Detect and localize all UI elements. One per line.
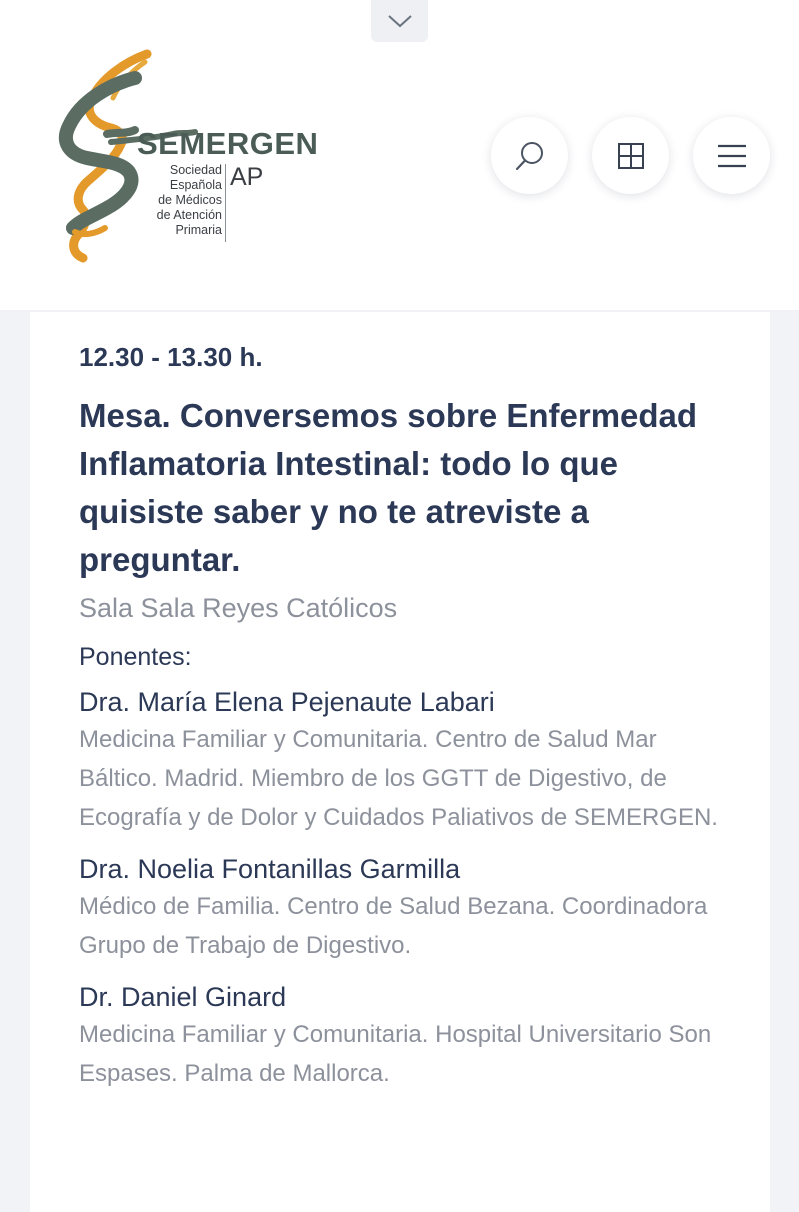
logo-subtitle-line: de Médicos bbox=[158, 193, 222, 207]
grid-button[interactable] bbox=[592, 117, 669, 194]
collapse-header-button[interactable] bbox=[371, 0, 428, 42]
session-title: Mesa. Conversemos sobre Enfermedad Infla… bbox=[79, 397, 698, 578]
speaker-item: Dra. María Elena Pejenaute Labari Medici… bbox=[79, 684, 719, 837]
speaker-item: Dra. Noelia Fontanillas Garmilla Médico … bbox=[79, 851, 719, 965]
logo-suffix: AP bbox=[230, 163, 264, 191]
speaker-description: Medicina Familiar y Comunitaria. Hospita… bbox=[79, 1021, 712, 1087]
session-details: 12.30 - 13.30 h. Mesa. Conversemos sobre… bbox=[79, 340, 719, 1093]
speaker-item: Dr. Daniel Ginard Medicina Familiar y Co… bbox=[79, 979, 719, 1093]
logo-wordmark: SEMERGEN bbox=[137, 126, 319, 161]
session-time: 12.30 - 13.30 h. bbox=[79, 342, 263, 372]
speaker-description: Médico de Familia. Centro de Salud Bezan… bbox=[79, 893, 708, 959]
chevron-down-icon bbox=[387, 15, 412, 28]
speaker-name: Dra. Noelia Fontanillas Garmilla bbox=[79, 854, 461, 884]
speaker-description: Medicina Familiar y Comunitaria. Centro … bbox=[79, 726, 718, 831]
search-button[interactable] bbox=[491, 117, 568, 194]
logo-subtitle-line: Española bbox=[169, 178, 222, 192]
grid-icon bbox=[617, 142, 644, 169]
logo-divider bbox=[225, 164, 226, 242]
logo-subtitle-line: Primaria bbox=[175, 223, 222, 237]
speaker-name: Dr. Daniel Ginard bbox=[79, 982, 287, 1012]
menu-button[interactable] bbox=[693, 117, 770, 194]
session-room: Sala Sala Reyes Católicos bbox=[79, 593, 398, 623]
logo-subtitle: Sociedad Española de Médicos de Atención… bbox=[130, 163, 222, 238]
logo-subtitle-line: de Atención bbox=[156, 208, 222, 222]
speakers-label: Ponentes: bbox=[79, 643, 192, 671]
search-icon bbox=[515, 141, 543, 170]
site-header: SEMERGEN Sociedad Española de Médicos de… bbox=[0, 0, 799, 310]
speaker-name: Dra. María Elena Pejenaute Labari bbox=[79, 687, 495, 717]
logo-subtitle-line: Sociedad bbox=[169, 163, 222, 177]
hamburger-menu-icon bbox=[717, 144, 746, 167]
